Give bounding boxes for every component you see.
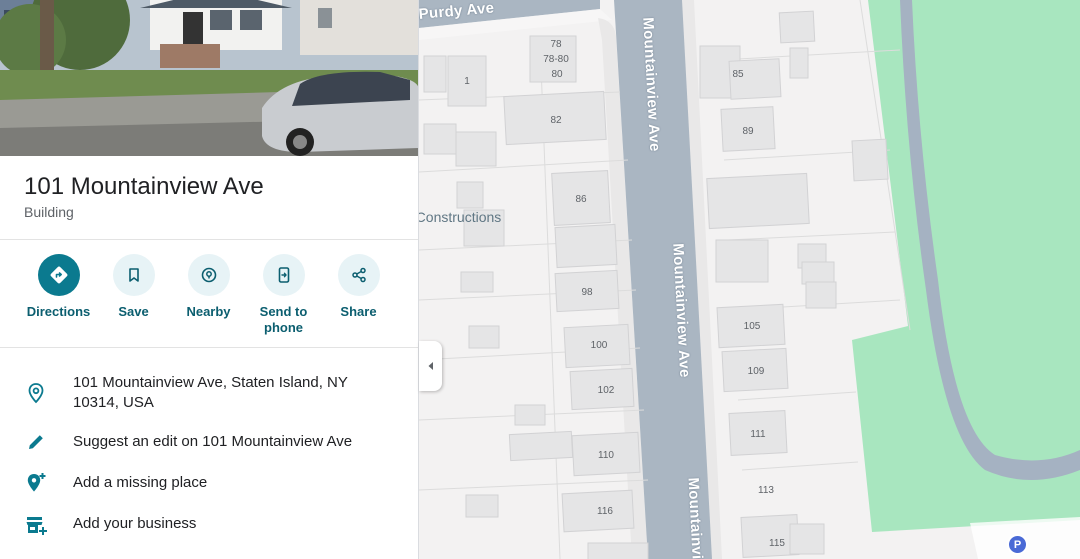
divider — [0, 239, 418, 240]
pencil-icon — [23, 429, 49, 455]
svg-text:116: 116 — [597, 506, 613, 517]
svg-text:85: 85 — [732, 69, 744, 80]
bookmark-icon — [112, 254, 155, 296]
svg-text:102: 102 — [598, 385, 615, 396]
place-title: 101 Mountainview Ave — [24, 173, 264, 200]
svg-text:100: 100 — [591, 340, 608, 351]
directions-label: Directions — [26, 304, 91, 319]
directions-icon — [37, 254, 80, 296]
place-category: Building — [24, 204, 74, 220]
add-missing-place-text: Add a missing place — [73, 474, 208, 491]
suggest-edit-row[interactable]: Suggest an edit on 101 Mountainview Ave — [0, 429, 418, 455]
svg-text:1: 1 — [464, 76, 470, 87]
address-text: 101 Mountainview Ave, Staten Island, NY … — [73, 374, 348, 411]
directions-button[interactable]: Directions — [21, 254, 96, 338]
street-view-photo[interactable] — [0, 0, 418, 156]
add-business-row[interactable]: Add your business — [0, 512, 418, 538]
svg-text:78-80: 78-80 — [543, 54, 569, 65]
svg-text:110: 110 — [598, 450, 614, 461]
nearby-label: Nearby — [186, 304, 231, 319]
svg-text:109: 109 — [748, 366, 765, 377]
parking-label: P — [1013, 538, 1022, 551]
save-button[interactable]: Save — [96, 254, 171, 338]
nearby-button[interactable]: Nearby — [171, 254, 246, 338]
suggest-edit-text: Suggest an edit on 101 Mountainview Ave — [73, 433, 353, 450]
caret-left-icon — [428, 362, 433, 370]
svg-text:89: 89 — [742, 126, 754, 137]
add-location-icon — [23, 470, 49, 496]
location-icon — [23, 380, 49, 406]
svg-text:115: 115 — [769, 538, 785, 549]
add-missing-place-row[interactable]: Add a missing place — [0, 470, 418, 496]
svg-text:86: 86 — [575, 194, 587, 205]
send-to-phone-icon — [262, 254, 305, 296]
svg-text:82: 82 — [550, 115, 562, 126]
address-row[interactable]: 101 Mountainview Ave, Staten Island, NY … — [0, 372, 418, 416]
collapse-panel-button[interactable] — [419, 341, 442, 391]
svg-text:78: 78 — [550, 39, 562, 50]
save-label: Save — [118, 304, 149, 319]
share-icon — [337, 254, 380, 296]
svg-text:113: 113 — [758, 485, 774, 496]
svg-text:80: 80 — [551, 69, 563, 80]
send-to-phone-label: Send to phone — [259, 304, 308, 335]
svg-text:98: 98 — [581, 287, 593, 298]
add-business-text: Add your business — [73, 515, 197, 532]
parking-icon[interactable]: P — [1007, 534, 1028, 555]
svg-text:111: 111 — [750, 429, 766, 440]
svg-text:105: 105 — [744, 321, 761, 332]
street-view-image — [0, 0, 418, 156]
action-bar: Directions Save Nearby Send to phone Sha… — [21, 254, 396, 338]
share-label: Share — [340, 304, 377, 319]
nearby-icon — [187, 254, 230, 296]
divider — [0, 347, 418, 348]
add-business-icon — [23, 512, 49, 538]
send-to-phone-button[interactable]: Send to phone — [246, 254, 321, 338]
place-side-panel: 101 Mountainview Ave Building Directions… — [0, 0, 419, 559]
share-button[interactable]: Share — [321, 254, 396, 338]
